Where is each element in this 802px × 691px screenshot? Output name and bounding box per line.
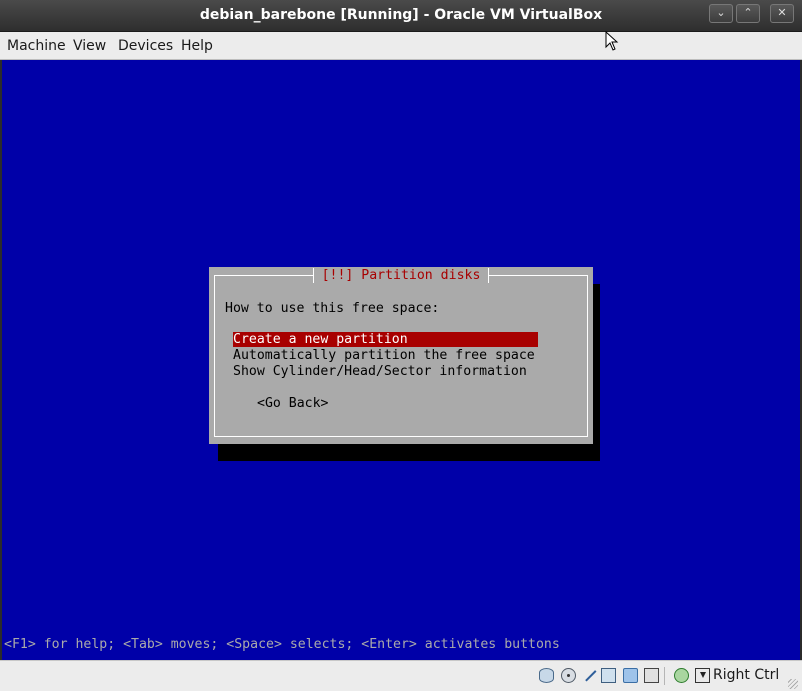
menu-devices[interactable]: Devices <box>118 38 173 54</box>
usb-icon[interactable] <box>579 664 597 682</box>
option-show-chs[interactable]: Show Cylinder/Head/Sector information <box>233 364 527 379</box>
close-icon[interactable]: ✕ <box>770 4 794 23</box>
hard-disk-icon[interactable] <box>539 668 554 683</box>
vm-display[interactable]: [!!] Partition disks How to use this fre… <box>2 60 800 660</box>
video-capture-icon[interactable] <box>644 668 659 683</box>
partition-dialog: [!!] Partition disks How to use this fre… <box>209 267 593 444</box>
shared-folder-icon[interactable] <box>623 668 638 683</box>
resize-grip-icon[interactable] <box>788 679 798 689</box>
network-icon[interactable] <box>601 668 616 683</box>
installer-help-line: <F1> for help; <Tab> moves; <Space> sele… <box>4 637 560 652</box>
keyboard-capture-icon <box>695 668 710 683</box>
host-key-label: Right Ctrl <box>713 667 780 683</box>
optical-drive-icon[interactable] <box>561 668 576 683</box>
mouse-cursor-icon <box>605 31 619 51</box>
window-title: debian_barebone [Running] - Oracle VM Vi… <box>199 7 603 23</box>
dialog-question: How to use this free space: <box>225 301 440 316</box>
menu-help[interactable]: Help <box>181 38 213 54</box>
go-back-button[interactable]: <Go Back> <box>257 396 328 411</box>
option-auto-partition[interactable]: Automatically partition the free space <box>233 348 535 363</box>
status-separator <box>664 667 665 685</box>
menu-view[interactable]: View <box>73 38 106 54</box>
dialog-title-text: [!!] Partition disks <box>312 268 490 283</box>
minimize-icon[interactable]: ⌄ <box>709 4 733 23</box>
option-create-partition[interactable]: Create a new partition <box>233 332 538 347</box>
dialog-title: [!!] Partition disks <box>209 268 593 283</box>
menu-machine[interactable]: Machine <box>7 38 66 54</box>
maximize-icon[interactable]: ⌃ <box>736 4 760 23</box>
menu-bar: Machine View Devices Help <box>0 32 802 60</box>
window-titlebar[interactable]: debian_barebone [Running] - Oracle VM Vi… <box>0 0 802 32</box>
virtualization-icon <box>674 668 689 683</box>
status-bar: Right Ctrl <box>0 660 802 691</box>
